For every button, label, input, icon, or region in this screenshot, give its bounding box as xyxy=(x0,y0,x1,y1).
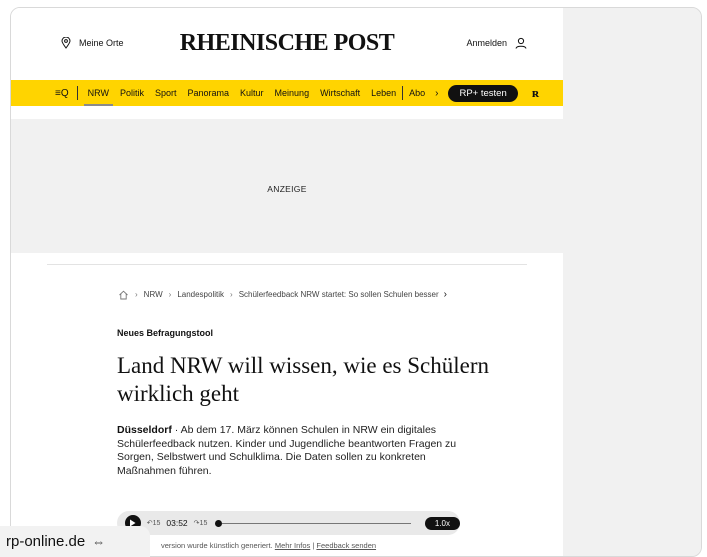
breadcrumb-item-landespolitik[interactable]: Landespolitik xyxy=(177,290,224,299)
side-panel xyxy=(563,8,701,556)
audio-disclaimer-text: version wurde künstlich generiert. xyxy=(161,541,273,550)
nav-item-politik[interactable]: Politik xyxy=(120,88,144,98)
breadcrumb-separator: › xyxy=(230,290,233,299)
article-dateline: Düsseldorf xyxy=(117,424,172,436)
nav-item-abo[interactable]: Abo xyxy=(409,88,425,98)
content-divider xyxy=(47,264,527,265)
breadcrumb: › NRW › Landespolitik › Schülerfeedback … xyxy=(118,289,447,300)
menu-search-icon: ≡Q xyxy=(55,87,69,99)
playback-speed-button[interactable]: 1.0x xyxy=(424,516,460,530)
skip-back-button[interactable]: ↶15 xyxy=(147,519,161,527)
more-info-link[interactable]: Mehr Infos xyxy=(275,541,310,550)
nav-item-kultur[interactable]: Kultur xyxy=(240,88,264,98)
rp-brand-icon[interactable]: ʀ xyxy=(532,85,539,101)
progress-track[interactable] xyxy=(222,522,411,524)
chevron-right-icon[interactable]: › xyxy=(444,289,447,300)
menu-search-button[interactable]: ≡Q xyxy=(55,88,69,99)
main-navigation: ≡Q NRW Politik Sport Panorama Kultur Mei… xyxy=(11,80,563,106)
nav-item-meinung[interactable]: Meinung xyxy=(275,88,310,98)
audio-player: ↶15 03:52 ↷15 1.0x xyxy=(117,511,460,535)
ad-label: ANZEIGE xyxy=(267,184,307,194)
chevron-right-icon[interactable]: › xyxy=(435,88,438,99)
article-kicker: Neues Befragungstool xyxy=(117,328,214,338)
web-page: Meine Orte RHEINISCHE POST Anmelden ≡Q N… xyxy=(11,8,563,556)
browser-frame: Meine Orte RHEINISCHE POST Anmelden ≡Q N… xyxy=(10,7,702,557)
ad-placeholder: ANZEIGE xyxy=(11,119,563,253)
site-header: Meine Orte RHEINISCHE POST Anmelden xyxy=(11,8,563,78)
nav-divider xyxy=(76,86,78,100)
home-icon[interactable] xyxy=(118,290,129,300)
login-label: Anmelden xyxy=(466,38,507,48)
nav-item-leben[interactable]: Leben xyxy=(371,88,396,98)
disclaimer-separator: | xyxy=(312,541,315,550)
source-domain: rp-online.de xyxy=(6,533,86,550)
breadcrumb-separator: › xyxy=(135,290,138,299)
progress-slider-handle[interactable] xyxy=(215,519,223,527)
breadcrumb-item-nrw[interactable]: NRW xyxy=(144,290,163,299)
audio-duration: 03:52 xyxy=(166,518,188,528)
skip-back-label: 15 xyxy=(152,520,161,527)
nav-item-sport[interactable]: Sport xyxy=(155,88,177,98)
send-feedback-link[interactable]: Feedback senden xyxy=(316,541,376,550)
skip-forward-label: 15 xyxy=(199,520,208,527)
source-badge: rp-online.de ⇔ xyxy=(0,526,150,557)
audio-disclaimer: version wurde künstlich generiert. Mehr … xyxy=(161,541,376,550)
breadcrumb-item-current: Schülerfeedback NRW startet: So sollen S… xyxy=(238,290,439,299)
nav-item-wirtschaft[interactable]: Wirtschaft xyxy=(320,88,360,98)
nav-divider xyxy=(402,86,404,100)
nav-item-nrw[interactable]: NRW xyxy=(83,88,114,106)
article-lead: Düsseldorf · Ab dem 17. März können Schu… xyxy=(117,424,462,478)
breadcrumb-separator: › xyxy=(168,290,172,299)
skip-forward-button[interactable]: ↷15 xyxy=(194,519,208,527)
login-link[interactable]: Anmelden xyxy=(466,37,527,49)
user-icon xyxy=(515,37,527,49)
article-headline: Land NRW will wissen, wie es Schülern wi… xyxy=(117,353,489,406)
nav-item-panorama[interactable]: Panorama xyxy=(188,88,230,98)
link-icon: ⇔ xyxy=(92,534,106,549)
rp-plus-trial-button[interactable]: RP+ testen xyxy=(448,84,518,102)
